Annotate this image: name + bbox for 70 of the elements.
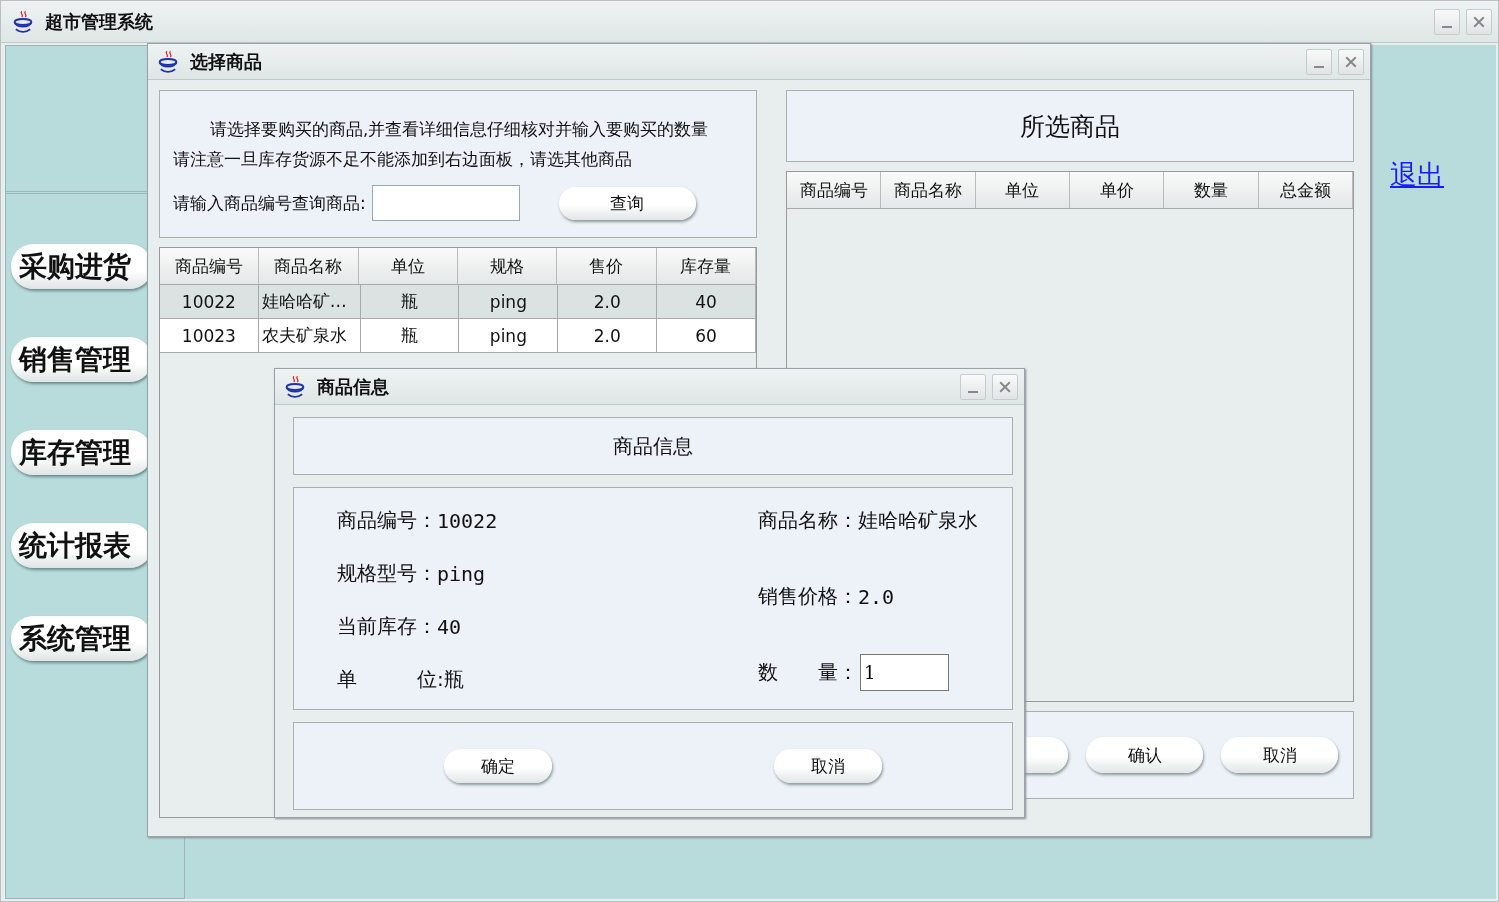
close-button[interactable] (1338, 48, 1364, 75)
search-field[interactable] (371, 185, 520, 221)
panel-title: 所选商品 (1020, 110, 1120, 143)
minimize-icon (1442, 25, 1452, 28)
instruction-text: 请选择要购买的商品,并查看详细信息仔细核对并输入要购买的数量 (209, 119, 710, 141)
field-value: 娃哈哈矿泉水 (858, 507, 978, 534)
field-label: 规格型号： (337, 560, 437, 587)
field-value: 瓶 (443, 666, 464, 693)
coffee-cup-icon (283, 374, 307, 399)
column-header[interactable]: 单位 (975, 172, 1070, 208)
close-icon (1345, 55, 1357, 68)
dialog-button[interactable]: 取消 (774, 749, 882, 783)
field-label: 销售价格： (758, 583, 858, 610)
minimize-button[interactable] (1434, 8, 1460, 35)
close-icon (1473, 15, 1485, 28)
column-header[interactable]: 数量 (1164, 172, 1259, 208)
table-cell: 10023 (160, 319, 259, 352)
field-label: 商品名称： (758, 507, 858, 534)
window-title: 商品信息 (317, 374, 389, 399)
window-title: 超市管理系统 (45, 9, 153, 34)
table-row[interactable]: 10023 农夫矿泉水 瓶 ping 2.0 60 (160, 319, 756, 353)
table-cell: 2.0 (558, 319, 658, 352)
table-cell: 瓶 (360, 285, 460, 318)
close-button[interactable] (1466, 8, 1492, 35)
field-value: 2.0 (858, 584, 895, 609)
column-header[interactable]: 商品名称 (259, 248, 359, 284)
table-cell: ping (459, 319, 559, 352)
search-label: 请输入商品编号查询商品: (173, 191, 366, 215)
quantity-field[interactable]: 1 (860, 654, 949, 691)
close-button[interactable] (992, 373, 1018, 400)
coffee-cup-icon (11, 9, 35, 34)
field-label: 商品编号： (337, 507, 437, 534)
table-cell: ping (459, 285, 559, 318)
close-icon (999, 380, 1011, 393)
minimize-button[interactable] (1306, 48, 1332, 75)
minimize-icon (1314, 65, 1324, 68)
panel-title: 商品信息 (613, 432, 693, 460)
window-title: 选择商品 (190, 49, 262, 74)
column-header[interactable]: 单位 (358, 248, 458, 284)
search-button[interactable]: 查询 (558, 186, 696, 220)
field-label: 当前库存： (337, 613, 437, 640)
column-header[interactable]: 规格 (458, 248, 558, 284)
table-cell: 2.0 (558, 285, 658, 318)
field-label: 单 位: (337, 666, 444, 693)
column-header[interactable]: 售价 (557, 248, 657, 284)
field-value: ping (437, 561, 486, 586)
coffee-cup-icon (156, 49, 180, 74)
minimize-button[interactable] (960, 373, 986, 400)
column-header[interactable]: 商品编号 (787, 172, 882, 208)
table-cell: 10022 (160, 285, 259, 318)
table-cell: 40 (657, 285, 756, 318)
dialog-button[interactable]: 确认 (1086, 737, 1203, 773)
column-header[interactable]: 商品名称 (881, 172, 976, 208)
column-header[interactable]: 库存量 (656, 248, 756, 284)
column-header[interactable]: 单价 (1070, 172, 1165, 208)
column-header[interactable]: 商品编号 (160, 248, 260, 284)
table-cell: 瓶 (360, 319, 460, 352)
field-value: 40 (437, 614, 462, 639)
table-row[interactable]: 10022 娃哈哈矿… 瓶 ping 2.0 40 (160, 285, 756, 319)
exit-link[interactable]: 退出 (1390, 157, 1444, 193)
instruction-text: 请注意一旦库存货源不足不能添加到右边面板，请选其他商品 (173, 149, 633, 171)
table-cell: 农夫矿泉水 (258, 319, 361, 352)
column-header[interactable]: 总金额 (1258, 172, 1353, 208)
field-value: 10022 (437, 508, 498, 533)
minimize-icon (968, 390, 978, 393)
field-label: 数 量： (758, 659, 858, 686)
table-cell: 娃哈哈矿… (258, 285, 361, 318)
dialog-button[interactable]: 取消 (1221, 737, 1338, 773)
dialog-button[interactable]: 确定 (444, 749, 552, 783)
table-cell: 60 (657, 319, 756, 352)
